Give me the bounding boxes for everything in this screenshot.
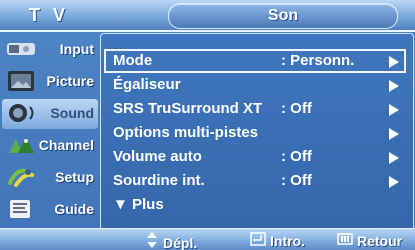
right-arrow-icon <box>389 80 399 92</box>
up-down-arrows-icon <box>145 232 159 250</box>
right-arrow-icon <box>389 128 399 140</box>
hint-return-label: Retour <box>357 233 403 249</box>
sidebar: Input Picture Sound Channel Setup Guide <box>0 32 98 234</box>
sidebar-item-label: Channel <box>38 137 94 153</box>
sidebar-item-label: Sound <box>50 105 94 121</box>
sidebar-item-setup[interactable]: Setup <box>2 163 98 193</box>
hint-move-label: Dépl. <box>163 235 198 250</box>
return-icon <box>337 232 353 249</box>
menu-value: : Off <box>281 172 312 189</box>
menu-value: : Personn. <box>281 52 355 69</box>
tv-osd-screen: T V Son Input Picture Sound Channel Setu… <box>0 0 415 250</box>
sidebar-item-channel[interactable]: Channel <box>2 131 98 161</box>
menu-row-more[interactable]: ▼ Plus <box>105 194 405 216</box>
tv-label: T V <box>28 5 69 25</box>
channel-icon <box>6 133 36 157</box>
right-arrow-icon <box>389 176 399 188</box>
menu-value: : Off <box>281 148 312 165</box>
menu-row-internal-mute[interactable]: Sourdine int. : Off <box>105 170 405 192</box>
menu-label: Volume auto <box>113 148 202 165</box>
hint-return: Retour <box>337 232 402 249</box>
menu-label: SRS TruSurround XT <box>113 100 263 117</box>
right-arrow-icon <box>389 152 399 164</box>
menu-value: : Off <box>281 100 312 117</box>
setup-icon <box>6 165 36 189</box>
picture-icon <box>6 69 36 93</box>
menu-row-srs-trusurround-xt[interactable]: SRS TruSurround XT : Off <box>105 98 405 120</box>
more-label: ▼ Plus <box>113 196 164 213</box>
menu-row-equalizer[interactable]: Égaliseur <box>105 74 405 96</box>
menu-row-multi-track-options[interactable]: Options multi-pistes <box>105 122 405 144</box>
enter-icon <box>250 232 266 249</box>
right-arrow-icon <box>389 56 399 68</box>
menu-label: Égaliseur <box>113 76 181 93</box>
sidebar-item-picture[interactable]: Picture <box>2 67 98 97</box>
sidebar-item-label: Setup <box>55 169 94 185</box>
sidebar-item-guide[interactable]: Guide <box>2 195 98 225</box>
title-pill: Son <box>168 3 398 29</box>
menu-row-auto-volume[interactable]: Volume auto : Off <box>105 146 405 168</box>
sidebar-item-label: Input <box>59 41 94 57</box>
menu-label: Sourdine int. <box>113 172 205 189</box>
guide-icon <box>6 197 36 221</box>
sound-menu: Mode : Personn. Égaliseur SRS TruSurroun… <box>100 33 414 237</box>
menu-label: Mode <box>113 52 153 69</box>
hint-enter-label: Intro. <box>270 233 305 249</box>
menu-label: Options multi-pistes <box>113 124 259 141</box>
right-arrow-icon <box>389 104 399 116</box>
sidebar-item-label: Picture <box>46 73 94 89</box>
sidebar-item-label: Guide <box>54 201 94 217</box>
sidebar-item-sound[interactable]: Sound <box>2 99 98 129</box>
page-title: Son <box>267 7 299 24</box>
header: T V Son <box>0 0 415 32</box>
sidebar-item-input[interactable]: Input <box>2 35 98 65</box>
menu-row-mode[interactable]: Mode : Personn. <box>104 49 406 73</box>
hint-move: Dépl. <box>145 232 197 250</box>
input-icon <box>6 37 36 61</box>
footer-hints: Dépl. Intro. Retour <box>0 228 415 250</box>
sound-icon <box>6 101 36 125</box>
hint-enter: Intro. <box>250 232 305 249</box>
